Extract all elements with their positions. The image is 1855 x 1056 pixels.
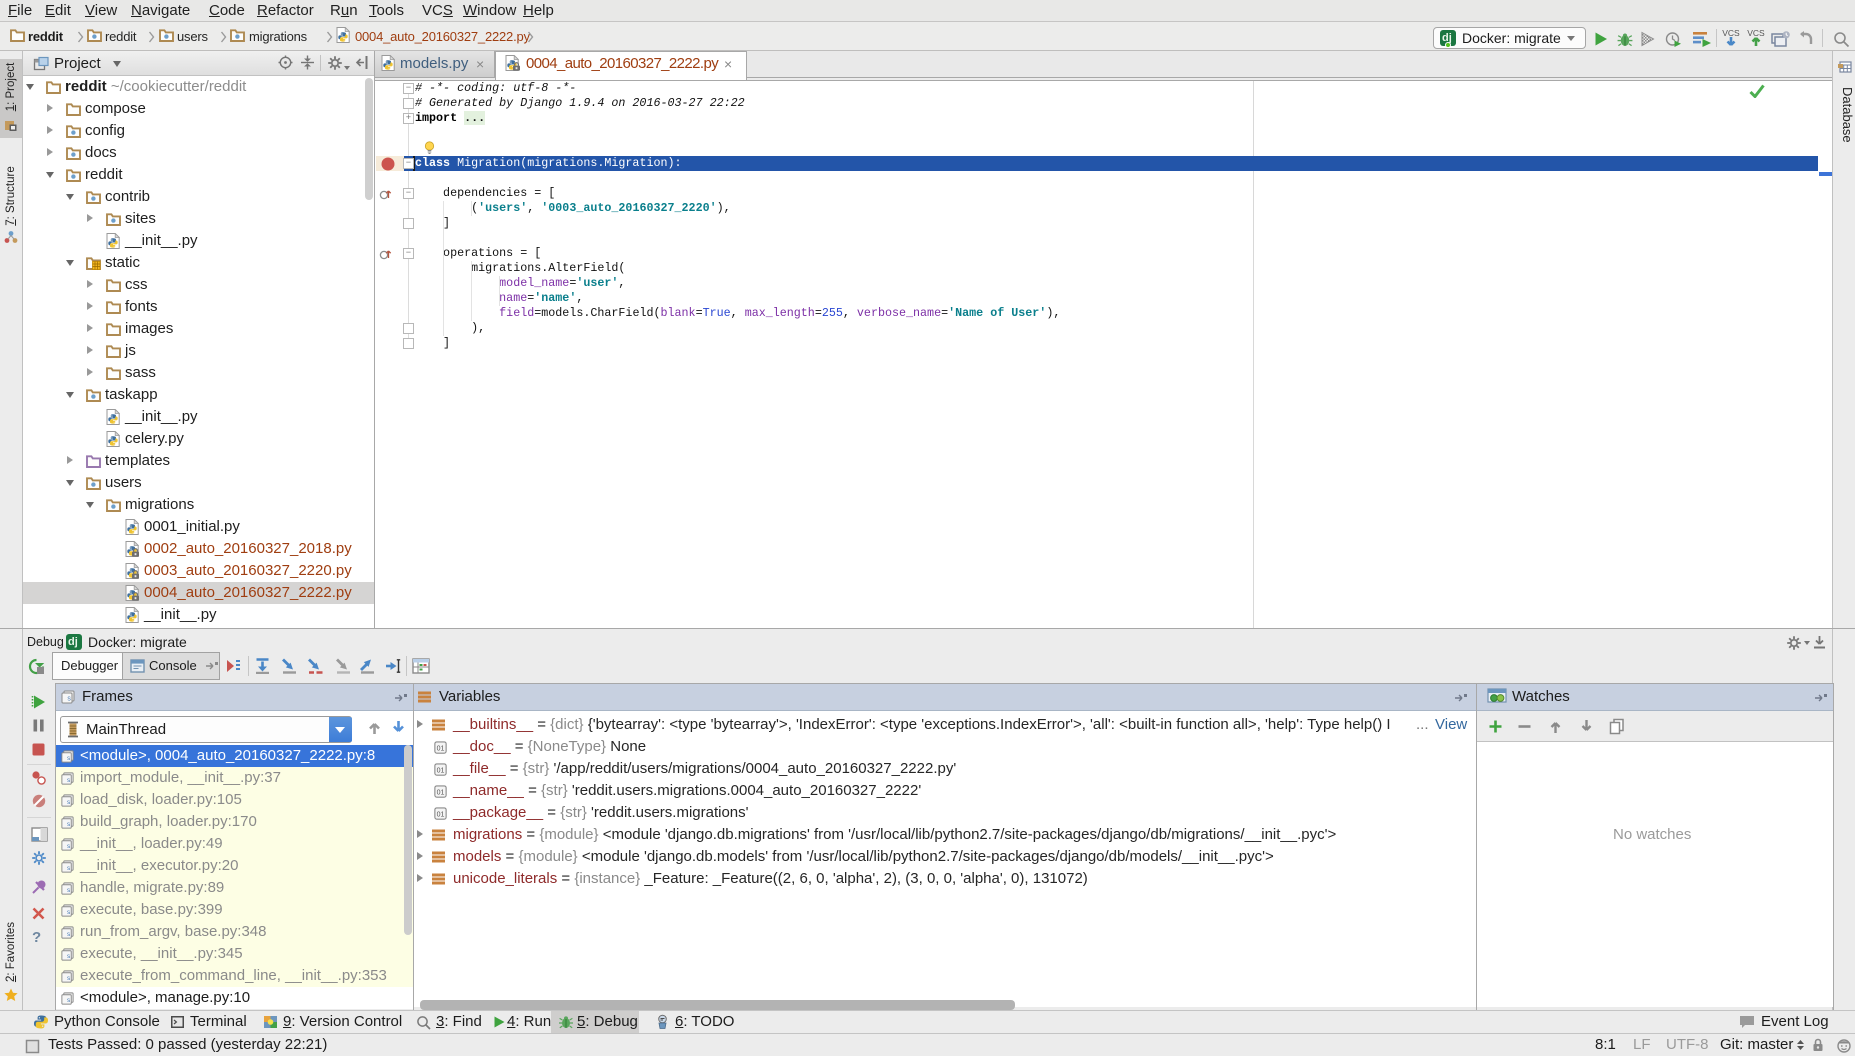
svg-text:VCS: VCS xyxy=(1747,28,1765,38)
svg-text:VCS: VCS xyxy=(1722,28,1740,38)
